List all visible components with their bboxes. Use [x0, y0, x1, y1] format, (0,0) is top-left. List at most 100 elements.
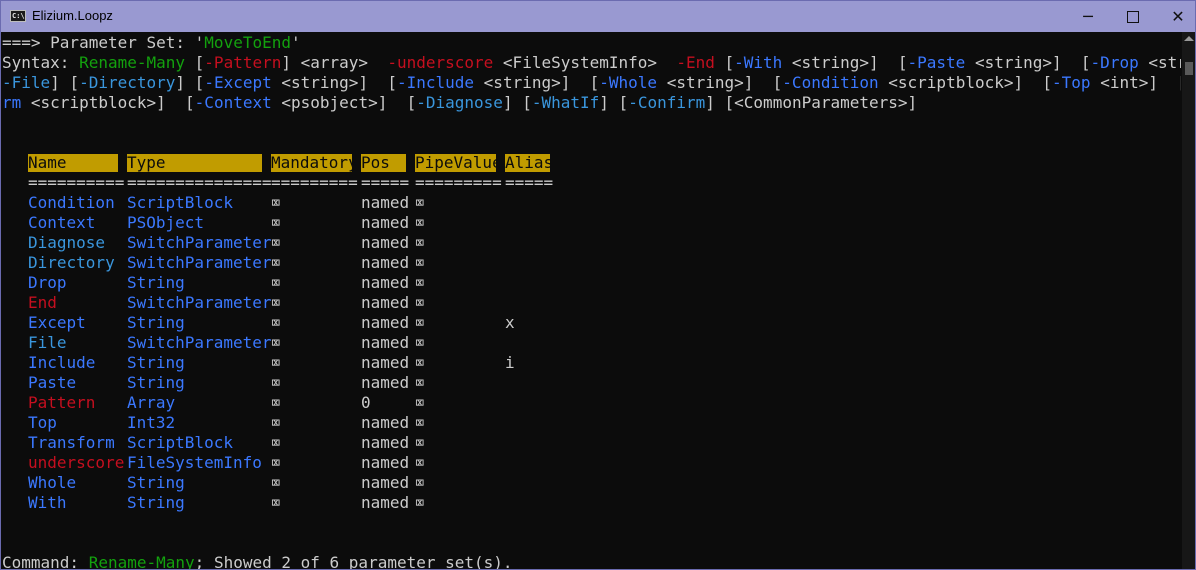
text-segment: -underscore [377, 53, 503, 72]
param-type: ScriptBlock [127, 433, 233, 452]
text-segment: ] [ [1013, 73, 1053, 92]
text-segment: ] [ [705, 93, 735, 112]
pipevalue-cross-icon: ⌧ [415, 273, 425, 292]
terminal-window: C:\ Elizium.Loopz ─ ✕ ===> Parameter Set… [0, 0, 1196, 570]
scrollbar-thumb[interactable] [1185, 62, 1193, 75]
param-name: Except [28, 313, 86, 332]
pipevalue-cross-icon: ⌧ [415, 313, 425, 332]
text-segment: ' [291, 33, 301, 52]
pipevalue-cross-icon: ⌧ [415, 293, 425, 312]
param-type: SwitchParameter [127, 333, 272, 352]
column-header: Mandatory [271, 153, 358, 172]
text-segment: -Include [396, 73, 484, 92]
maximize-icon [1127, 10, 1139, 23]
parameter-set-line: ===> Parameter Set: 'MoveToEnd' [2, 33, 301, 53]
pipevalue-cross-icon: ⌧ [415, 233, 425, 252]
param-name: Condition [28, 193, 115, 212]
title-bar[interactable]: C:\ Elizium.Loopz ─ ✕ [1, 1, 1195, 32]
text-segment: ] [281, 53, 301, 72]
column-underline: ========== [28, 173, 125, 192]
column-underline: ===== [361, 173, 410, 192]
param-name: Drop [28, 273, 67, 292]
vertical-scrollbar[interactable] [1182, 32, 1195, 569]
minimize-icon: ─ [1083, 7, 1093, 26]
text-segment: ] [ [1148, 73, 1181, 92]
param-alias: i [505, 353, 515, 372]
param-name: Context [28, 213, 96, 232]
param-position: named [361, 253, 410, 272]
text-segment: ' [194, 33, 205, 52]
text-segment: <scriptblock> [30, 93, 157, 112]
text-segment: <scriptblock> [888, 73, 1014, 92]
text-segment: ] [ [868, 53, 908, 72]
text-segment: Rename-Many [79, 53, 195, 72]
param-type: String [127, 473, 185, 492]
param-type: Array [127, 393, 176, 412]
column-underline: ===== [505, 173, 554, 192]
text-segment: ] [ [175, 73, 205, 92]
text-segment: -Pattern [204, 53, 282, 72]
column-header: Type [127, 154, 263, 172]
param-name: End [28, 293, 57, 312]
param-name: Transform [28, 433, 115, 452]
param-position: named [361, 493, 410, 512]
param-type: SwitchParameter [127, 253, 272, 272]
param-type: FileSystemInfo [127, 453, 262, 472]
pipevalue-cross-icon: ⌧ [415, 213, 425, 232]
text-segment: <array> [300, 53, 378, 72]
param-position: named [361, 213, 410, 232]
param-position: named [361, 373, 410, 392]
pipevalue-cross-icon: ⌧ [415, 473, 425, 492]
text-segment: -Confirm [628, 93, 706, 112]
text-segment: -Diagnose [416, 93, 503, 112]
param-position: named [361, 193, 410, 212]
mandatory-cross-icon: ⌧ [271, 493, 281, 512]
param-position: named [361, 453, 410, 472]
mandatory-cross-icon: ⌧ [271, 353, 281, 372]
text-segment: ] [ [560, 73, 600, 92]
syntax-line: rm <scriptblock>] [-Context <psobject>] … [2, 93, 917, 113]
param-type: String [127, 313, 185, 332]
param-name: Top [28, 413, 57, 432]
text-segment: -End [666, 53, 725, 72]
mandatory-cross-icon: ⌧ [271, 373, 281, 392]
text-segment: ===> Parameter Set: [2, 33, 195, 52]
param-type: ScriptBlock [127, 193, 233, 212]
mandatory-cross-icon: ⌧ [271, 313, 281, 332]
pipevalue-cross-icon: ⌧ [415, 493, 425, 512]
command-summary-line: Command: Rename-Many; Showed 2 of 6 para… [2, 553, 513, 569]
mandatory-cross-icon: ⌧ [271, 253, 281, 272]
param-type: String [127, 493, 185, 512]
text-segment: ] [ [358, 73, 397, 92]
text-segment: MoveToEnd [204, 33, 291, 52]
mandatory-cross-icon: ⌧ [271, 453, 281, 472]
text-segment: ] [ [50, 73, 80, 92]
param-type: Int32 [127, 413, 176, 432]
param-type: String [127, 373, 185, 392]
text-segment: <int> [1100, 73, 1149, 92]
param-position: named [361, 413, 410, 432]
param-name: Diagnose [28, 233, 106, 252]
text-segment: ] [ [743, 73, 783, 92]
maximize-button[interactable] [1110, 1, 1156, 32]
param-type: String [127, 273, 185, 292]
scroll-up-arrow-icon[interactable] [1184, 36, 1194, 41]
pipevalue-cross-icon: ⌧ [415, 353, 425, 372]
text-segment: <string> [483, 73, 561, 92]
console-output[interactable]: ===> Parameter Set: 'MoveToEnd' Syntax: R… [1, 32, 1181, 569]
column-header: Pos [361, 154, 407, 172]
minimize-button[interactable]: ─ [1065, 1, 1111, 32]
column-header: Name [28, 154, 119, 172]
mandatory-cross-icon: ⌧ [271, 233, 281, 252]
param-position: named [361, 433, 410, 452]
text-segment: -WhatIf [531, 93, 600, 112]
mandatory-cross-icon: ⌧ [271, 213, 281, 232]
text-segment: ; Showed 2 of 6 parameter set(s). [194, 553, 513, 569]
text-segment: -Context [194, 93, 282, 112]
mandatory-cross-icon: ⌧ [271, 433, 281, 452]
window-title: Elizium.Loopz [32, 8, 113, 23]
text-segment: -Drop [1090, 53, 1149, 72]
close-button[interactable]: ✕ [1155, 1, 1195, 32]
pipevalue-cross-icon: ⌧ [415, 253, 425, 272]
text-segment: -Condition [782, 73, 889, 92]
